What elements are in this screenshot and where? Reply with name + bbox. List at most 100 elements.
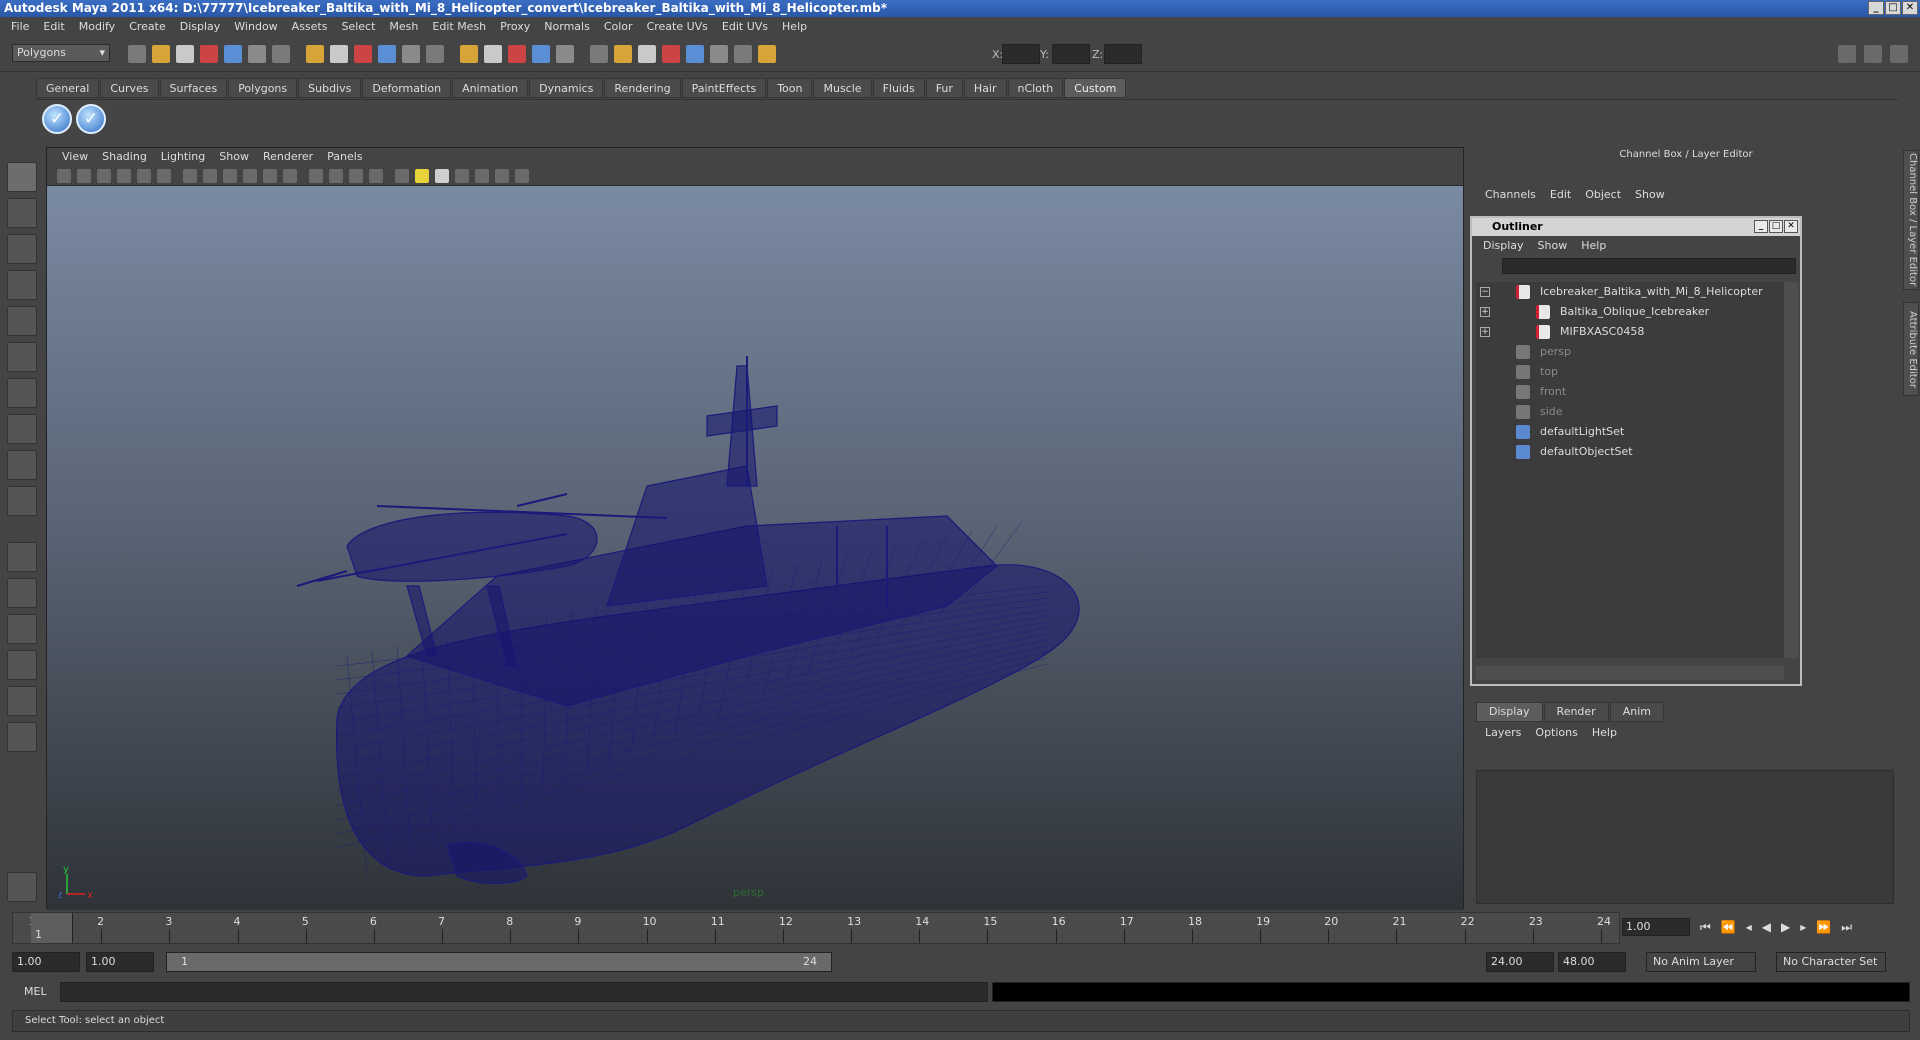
scale-tool-icon[interactable] <box>7 342 37 372</box>
minimize-button[interactable]: _ <box>1868 1 1884 15</box>
shadows-icon[interactable] <box>435 169 449 183</box>
character-set-dropdown[interactable]: No Character Set <box>1776 952 1886 972</box>
viewport-menu-lighting[interactable]: Lighting <box>154 148 212 166</box>
film-gate-icon[interactable] <box>183 169 197 183</box>
channelbox-menu-show[interactable]: Show <box>1628 187 1672 203</box>
shelf-tab-polygons[interactable]: Polygons <box>228 78 298 98</box>
texture-icon[interactable] <box>395 169 409 183</box>
snap-curve-icon[interactable] <box>330 45 348 63</box>
soft-mod-tool-icon[interactable] <box>7 414 37 444</box>
layer-menu-layers[interactable]: Layers <box>1478 724 1528 742</box>
show-hide-icon[interactable] <box>662 45 680 63</box>
y-field[interactable] <box>1052 44 1090 64</box>
x-field[interactable] <box>1002 44 1040 64</box>
viewport-menu-view[interactable]: View <box>55 148 95 166</box>
render-icon[interactable] <box>532 45 550 63</box>
outliner-item[interactable]: + MIFBXASC0458 <box>1476 322 1776 342</box>
shelf-tab-animation[interactable]: Animation <box>452 78 529 98</box>
tool-settings-icon[interactable] <box>1890 45 1908 63</box>
safe-action-icon[interactable] <box>263 169 277 183</box>
outliner-close-button[interactable]: ✕ <box>1784 220 1798 233</box>
grid-toggle-icon[interactable] <box>157 169 171 183</box>
viewport-menu-panels[interactable]: Panels <box>320 148 369 166</box>
menu-set-dropdown[interactable]: Polygons <box>12 44 110 62</box>
bookmarks-icon[interactable] <box>97 169 111 183</box>
mel-input-field[interactable] <box>60 982 988 1002</box>
menu-assets[interactable]: Assets <box>285 17 335 36</box>
snap-grid-icon[interactable] <box>306 45 324 63</box>
layer-tab-anim[interactable]: Anim <box>1609 702 1664 722</box>
play-backward-icon[interactable]: ◀ <box>1762 920 1771 935</box>
viewport-menu-shading[interactable]: Shading <box>95 148 154 166</box>
menu-modify[interactable]: Modify <box>72 17 122 36</box>
xray-icon[interactable] <box>475 169 489 183</box>
shelf-tab-surfaces[interactable]: Surfaces <box>159 78 228 98</box>
outliner-filter-field[interactable] <box>1502 258 1796 274</box>
menu-edit[interactable]: Edit <box>36 17 71 36</box>
shelf-tab-curves[interactable]: Curves <box>100 78 159 98</box>
shaded-wire-icon[interactable] <box>369 169 383 183</box>
single-pane-layout-icon[interactable] <box>7 542 37 572</box>
channelbox-menu-channels[interactable]: Channels <box>1478 187 1543 203</box>
layer-menu-options[interactable]: Options <box>1528 724 1584 742</box>
lights-icon[interactable] <box>415 169 429 183</box>
isolate-icon[interactable] <box>455 169 469 183</box>
shelf-tab-fur[interactable]: Fur <box>925 78 963 98</box>
shelf-tab-hair[interactable]: Hair <box>963 78 1007 98</box>
resolution-gate-icon[interactable] <box>203 169 217 183</box>
channel-box-icon[interactable] <box>734 45 752 63</box>
four-pane-layout-icon[interactable] <box>7 578 37 608</box>
lasso-tool-icon[interactable] <box>7 198 37 228</box>
outliner-item[interactable]: defaultObjectSet <box>1476 442 1776 462</box>
shelf-tab-dynamics[interactable]: Dynamics <box>529 78 604 98</box>
smooth-shade-icon[interactable] <box>329 169 343 183</box>
snap-plane-icon[interactable] <box>378 45 396 63</box>
wireframe-icon[interactable] <box>309 169 323 183</box>
camera-attributes-icon[interactable] <box>77 169 91 183</box>
shelf-tab-rendering[interactable]: Rendering <box>604 78 681 98</box>
outliner-item[interactable]: top <box>1476 362 1776 382</box>
viewport-menu-renderer[interactable]: Renderer <box>256 148 320 166</box>
menu-window[interactable]: Window <box>227 17 284 36</box>
viewport-canvas[interactable]: y x z persp <box>47 186 1463 910</box>
shelf-tab-toon[interactable]: Toon <box>767 78 813 98</box>
history-icon[interactable] <box>426 45 444 63</box>
show-manipulator-icon[interactable] <box>7 450 37 480</box>
viewport-menu-show[interactable]: Show <box>212 148 256 166</box>
menu-create-uvs[interactable]: Create UVs <box>640 17 715 36</box>
shelf-tab-muscle[interactable]: Muscle <box>813 78 872 98</box>
outliner-menu-display[interactable]: Display <box>1476 236 1531 256</box>
select-hierarchy-icon[interactable] <box>200 45 218 63</box>
go-to-end-icon[interactable]: ⏭ <box>1841 920 1852 935</box>
xray-components-icon[interactable] <box>515 169 529 183</box>
outliner-item[interactable]: front <box>1476 382 1776 402</box>
select-tool-icon[interactable] <box>7 162 37 192</box>
tab-attribute-editor[interactable]: Attribute Editor <box>1903 302 1919 396</box>
move-tool-icon[interactable] <box>7 270 37 300</box>
menu-mesh[interactable]: Mesh <box>382 17 425 36</box>
tool-settings-toggle-icon[interactable] <box>710 45 728 63</box>
step-forward-frame-icon[interactable]: ▸ <box>1800 920 1806 935</box>
tab-channel-box[interactable]: Channel Box / Layer Editor <box>1903 150 1919 290</box>
outliner-maximize-button[interactable]: □ <box>1769 220 1783 233</box>
shelf-tab-deformation[interactable]: Deformation <box>362 78 452 98</box>
layout-icon[interactable] <box>1838 45 1856 63</box>
current-frame-field[interactable]: 1.00 <box>1622 918 1690 936</box>
snap-live-icon[interactable] <box>402 45 420 63</box>
snap-point-icon[interactable] <box>354 45 372 63</box>
outliner-menu-show[interactable]: Show <box>1531 236 1575 256</box>
menu-edit-uvs[interactable]: Edit UVs <box>715 17 775 36</box>
step-back-frame-icon[interactable]: ◂ <box>1746 920 1752 935</box>
select-component-icon[interactable] <box>248 45 266 63</box>
step-forward-key-icon[interactable]: ⏩ <box>1816 920 1831 935</box>
menu-color[interactable]: Color <box>597 17 640 36</box>
select-camera-icon[interactable] <box>57 169 71 183</box>
shelf-tab-painteffects[interactable]: PaintEffects <box>681 78 767 98</box>
transform-field-icon[interactable] <box>758 45 776 63</box>
anim-layer-dropdown[interactable]: No Anim Layer <box>1646 952 1756 972</box>
custom-shelf-check-icon-2[interactable]: ✓ <box>76 104 106 134</box>
render-view-icon[interactable] <box>508 45 526 63</box>
shelf-tab-general[interactable]: General <box>36 78 100 98</box>
xray-joints-icon[interactable] <box>495 169 509 183</box>
outliner-minimize-button[interactable]: _ <box>1754 220 1768 233</box>
